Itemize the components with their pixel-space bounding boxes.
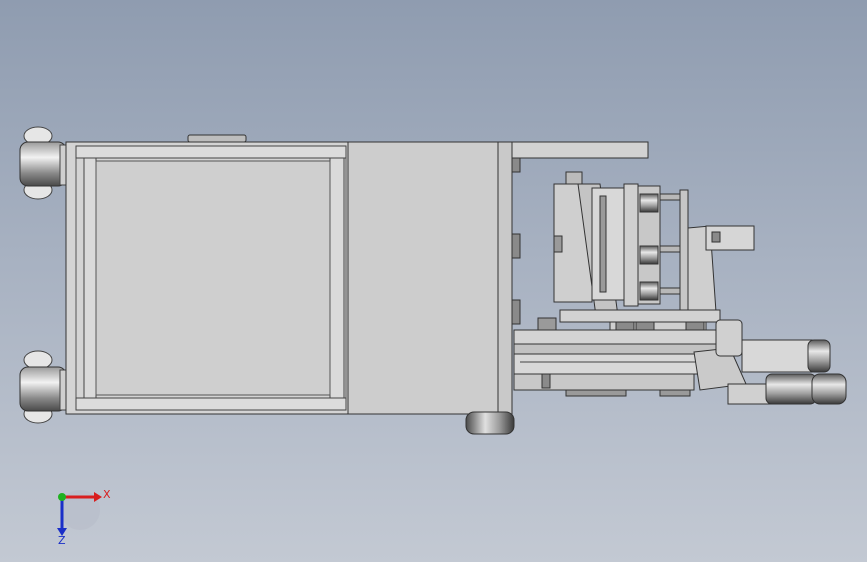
- enclosure-side-plate: [497, 141, 513, 415]
- z-axis-label: Z: [58, 534, 66, 547]
- enclosure-panel: [347, 141, 499, 415]
- machine-frame: [65, 141, 349, 415]
- coordinate-triad: X Z: [57, 488, 111, 547]
- y-axis-dot: [58, 493, 66, 501]
- graphics-viewport[interactable]: X Z: [0, 0, 867, 562]
- clamp-assembly: [553, 171, 689, 317]
- x-axis-head: [94, 492, 102, 502]
- linear-rail-module: [513, 317, 747, 397]
- bottom-roller: [465, 411, 515, 435]
- base-plate: [559, 309, 721, 323]
- top-bar: [511, 141, 649, 159]
- bracket-assembly: [687, 225, 755, 313]
- cylinder-lower: [727, 373, 847, 405]
- x-axis-label: X: [103, 488, 111, 501]
- cylinder-upper: [741, 339, 831, 373]
- cad-model-view[interactable]: X Z: [0, 0, 867, 562]
- frame-handle: [187, 134, 247, 143]
